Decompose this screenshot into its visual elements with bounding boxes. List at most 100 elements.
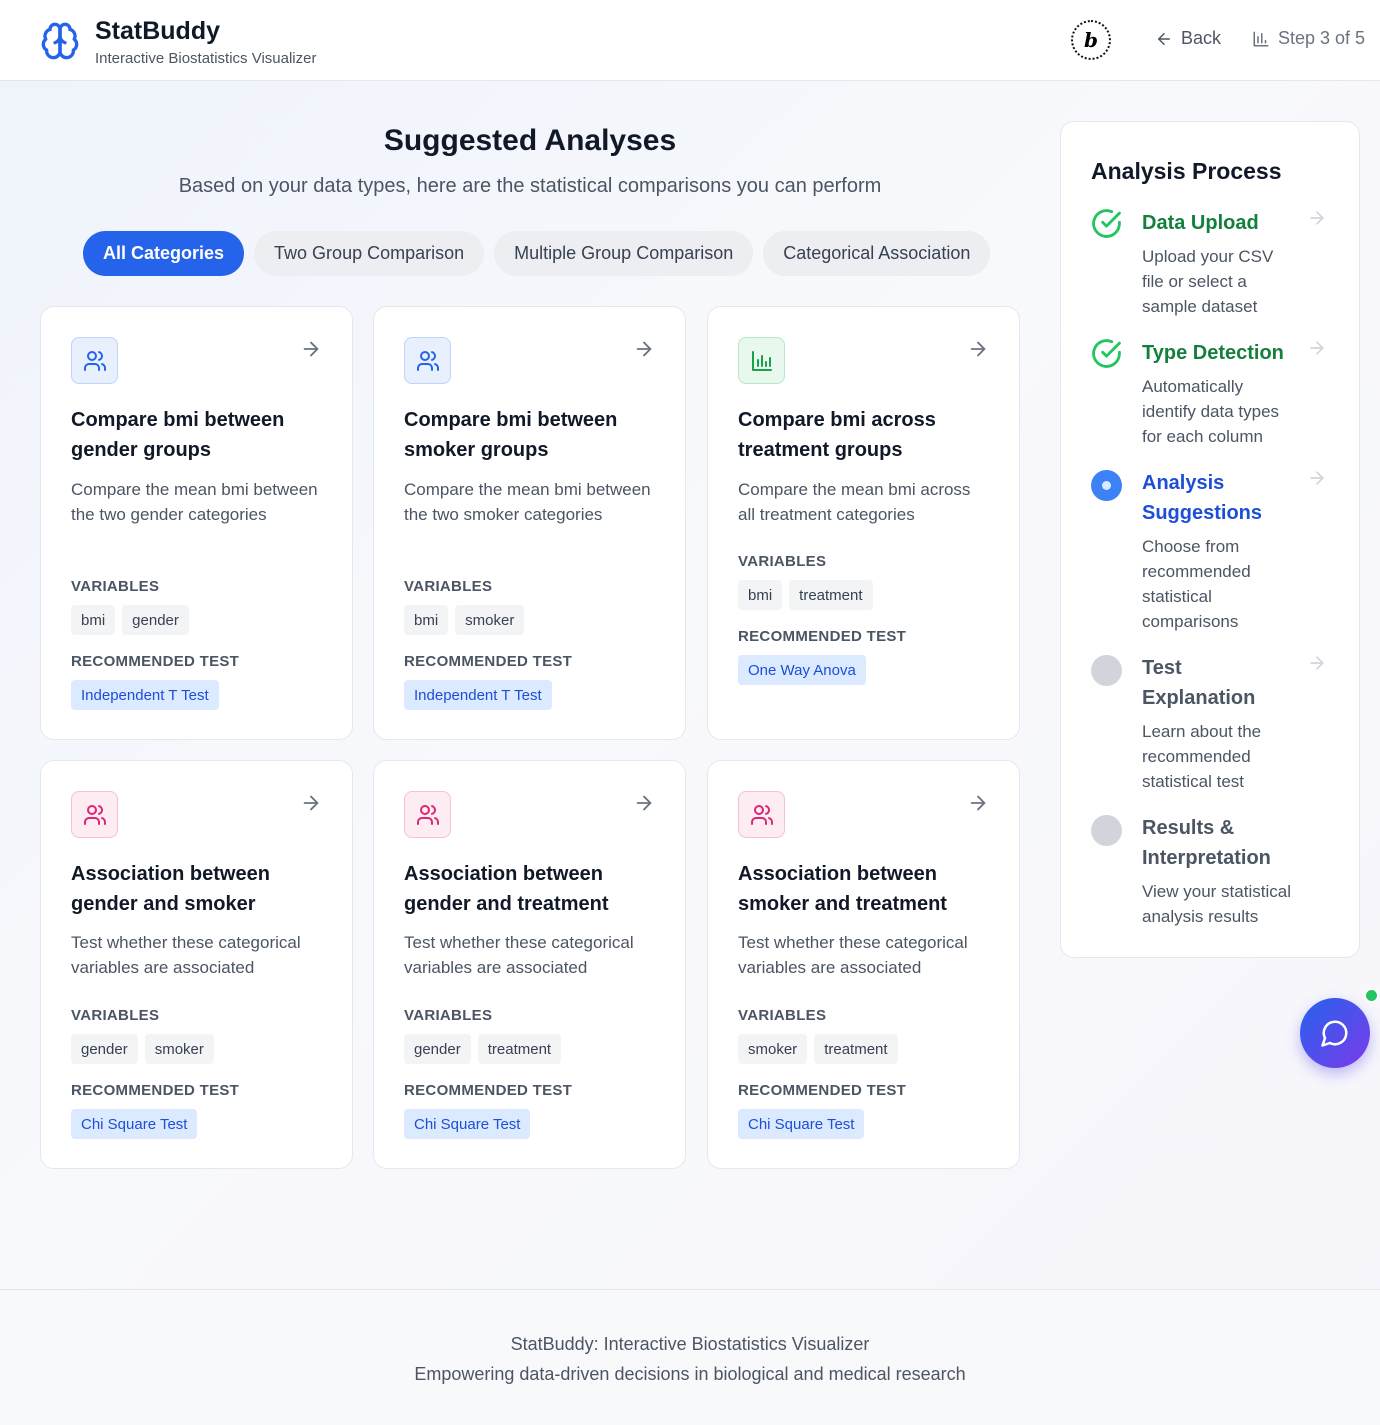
- recommended-test-label: RECOMMENDED TEST: [404, 1082, 573, 1099]
- arrow-right-icon: [303, 795, 319, 811]
- variables-label: VARIABLES: [738, 1007, 827, 1024]
- arrow-right-icon: [1310, 656, 1324, 670]
- check-circle-icon: [1092, 339, 1121, 368]
- step-description: View your statistical analysis results: [1142, 882, 1291, 926]
- variable-chip: smoker: [455, 605, 525, 635]
- page-footer: StatBuddy: Interactive Biostatistics Vis…: [0, 1289, 1380, 1425]
- page-subtitle: Based on your data types, here are the s…: [178, 175, 882, 197]
- variable-chips: gender smoker: [71, 1034, 214, 1064]
- analysis-card[interactable]: Compare bmi across treatment groups Comp…: [707, 306, 1020, 740]
- arrow-right-icon: [1310, 471, 1324, 485]
- variable-chips: bmi smoker: [404, 605, 525, 635]
- arrow-right-icon: [636, 795, 652, 811]
- card-description: Compare the mean bmi between the two gen…: [71, 480, 318, 524]
- filter-two-group-comparison[interactable]: Two Group Comparison: [254, 231, 485, 276]
- card-description: Test whether these categorical variables…: [404, 933, 634, 977]
- analysis-card[interactable]: Association between gender and treatment…: [373, 760, 686, 1169]
- variables-label: VARIABLES: [404, 1007, 493, 1024]
- analysis-card[interactable]: Association between smoker and treatment…: [707, 760, 1020, 1169]
- online-status-dot: [1364, 988, 1379, 1003]
- back-button[interactable]: Back: [1155, 28, 1221, 49]
- users-icon: [71, 791, 118, 838]
- pending-step-dot-icon: [1091, 655, 1122, 686]
- filter-all-categories[interactable]: All Categories: [83, 231, 245, 276]
- users-icon: [738, 791, 785, 838]
- variable-chip: gender: [122, 605, 189, 635]
- analysis-card[interactable]: Compare bmi between smoker groups Compar…: [373, 306, 686, 740]
- card-description: Test whether these categorical variables…: [71, 933, 301, 977]
- arrow-right-icon: [1310, 341, 1324, 355]
- variable-chip: smoker: [738, 1034, 808, 1064]
- step-indicator: Step 3 of 5: [1252, 28, 1365, 49]
- card-title: Association between smoker and treatment: [738, 863, 947, 915]
- variable-chip: gender: [71, 1034, 138, 1064]
- variable-chip: bmi: [738, 580, 783, 610]
- variable-chip: gender: [404, 1034, 471, 1064]
- recommended-test-chip: Independent T Test: [71, 680, 219, 710]
- analysis-process-panel: Analysis Process Data Upload Upload your…: [1060, 121, 1360, 958]
- recommended-test-label: RECOMMENDED TEST: [738, 1082, 907, 1099]
- recommended-test-label: RECOMMENDED TEST: [71, 1082, 240, 1099]
- arrow-right-icon: [970, 341, 986, 357]
- variables-label: VARIABLES: [71, 1007, 160, 1024]
- recommended-test-chip: Chi Square Test: [71, 1109, 198, 1139]
- recommended-test-label: RECOMMENDED TEST: [71, 653, 240, 670]
- variable-chips: smoker treatment: [738, 1034, 898, 1064]
- variable-chip: smoker: [144, 1034, 214, 1064]
- variable-chip: bmi: [71, 605, 116, 635]
- step-title: Results & Interpretation: [1142, 817, 1271, 869]
- step-title: Data Upload: [1142, 212, 1259, 234]
- filter-multiple-group-comparison[interactable]: Multiple Group Comparison: [494, 231, 754, 276]
- card-description: Compare the mean bmi between the two smo…: [404, 480, 651, 524]
- process-step-results-interpretation[interactable]: Results & Interpretation View your stati…: [1091, 813, 1341, 933]
- card-title: Association between gender and smoker: [71, 863, 270, 915]
- arrow-right-icon: [636, 341, 652, 357]
- current-step-dot-icon: [1091, 470, 1122, 501]
- brain-logo-icon: [40, 21, 80, 61]
- recommended-test-chip: Chi Square Test: [404, 1109, 531, 1139]
- analysis-card[interactable]: Compare bmi between gender groups Compar…: [40, 306, 353, 740]
- arrow-right-icon: [303, 341, 319, 357]
- built-with-badge[interactable]: b: [1071, 20, 1111, 60]
- pending-step-dot-icon: [1091, 815, 1122, 846]
- app-header: StatBuddy Interactive Biostatistics Visu…: [0, 0, 1380, 81]
- variable-chips: bmi treatment: [738, 580, 873, 610]
- badge-letter: b: [1084, 28, 1098, 52]
- recommended-test-label: RECOMMENDED TEST: [738, 628, 907, 645]
- users-icon: [404, 337, 451, 384]
- users-icon: [404, 791, 451, 838]
- app-subtitle: Interactive Biostatistics Visualizer: [95, 50, 317, 67]
- footer-title: StatBuddy: Interactive Biostatistics Vis…: [510, 1334, 870, 1354]
- app-title: StatBuddy: [95, 17, 220, 45]
- variable-chip: treatment: [814, 1034, 898, 1064]
- users-icon: [71, 337, 118, 384]
- step-description: Learn about the recommended statistical …: [1142, 722, 1262, 791]
- bar-chart-icon: [738, 337, 785, 384]
- step-label: Step 3 of 5: [1278, 28, 1366, 48]
- step-title: Test Explanation: [1142, 657, 1256, 709]
- arrow-right-icon: [970, 795, 986, 811]
- process-title: Analysis Process: [1091, 158, 1282, 184]
- analysis-card[interactable]: Association between gender and smoker Te…: [40, 760, 353, 1169]
- variables-label: VARIABLES: [71, 578, 160, 595]
- variable-chips: gender treatment: [404, 1034, 562, 1064]
- back-label: Back: [1181, 28, 1222, 48]
- variable-chip: treatment: [477, 1034, 562, 1064]
- filter-categorical-association[interactable]: Categorical Association: [763, 231, 991, 276]
- arrow-right-icon: [1310, 211, 1324, 225]
- process-step-analysis-suggestions[interactable]: Analysis Suggestions Choose from recomme…: [1091, 468, 1341, 638]
- process-step-data-upload[interactable]: Data Upload Upload your CSV file or sele…: [1091, 208, 1341, 318]
- card-title: Compare bmi across treatment groups: [738, 409, 936, 461]
- step-description: Upload your CSV file or select a sample …: [1142, 247, 1274, 316]
- step-description: Choose from recommended statistical comp…: [1142, 537, 1251, 631]
- chat-assistant-button[interactable]: [1300, 998, 1370, 1068]
- bar-chart-icon: [1253, 31, 1269, 46]
- step-title: Analysis Suggestions: [1142, 472, 1263, 524]
- variables-label: VARIABLES: [404, 578, 493, 595]
- variables-label: VARIABLES: [738, 553, 827, 570]
- process-step-test-explanation[interactable]: Test Explanation Learn about the recomme…: [1091, 653, 1341, 793]
- recommended-test-chip: Independent T Test: [404, 680, 552, 710]
- card-title: Association between gender and treatment: [404, 863, 609, 915]
- card-description: Compare the mean bmi across all treatmen…: [738, 480, 971, 524]
- process-step-type-detection[interactable]: Type Detection Automatically identify da…: [1091, 338, 1341, 448]
